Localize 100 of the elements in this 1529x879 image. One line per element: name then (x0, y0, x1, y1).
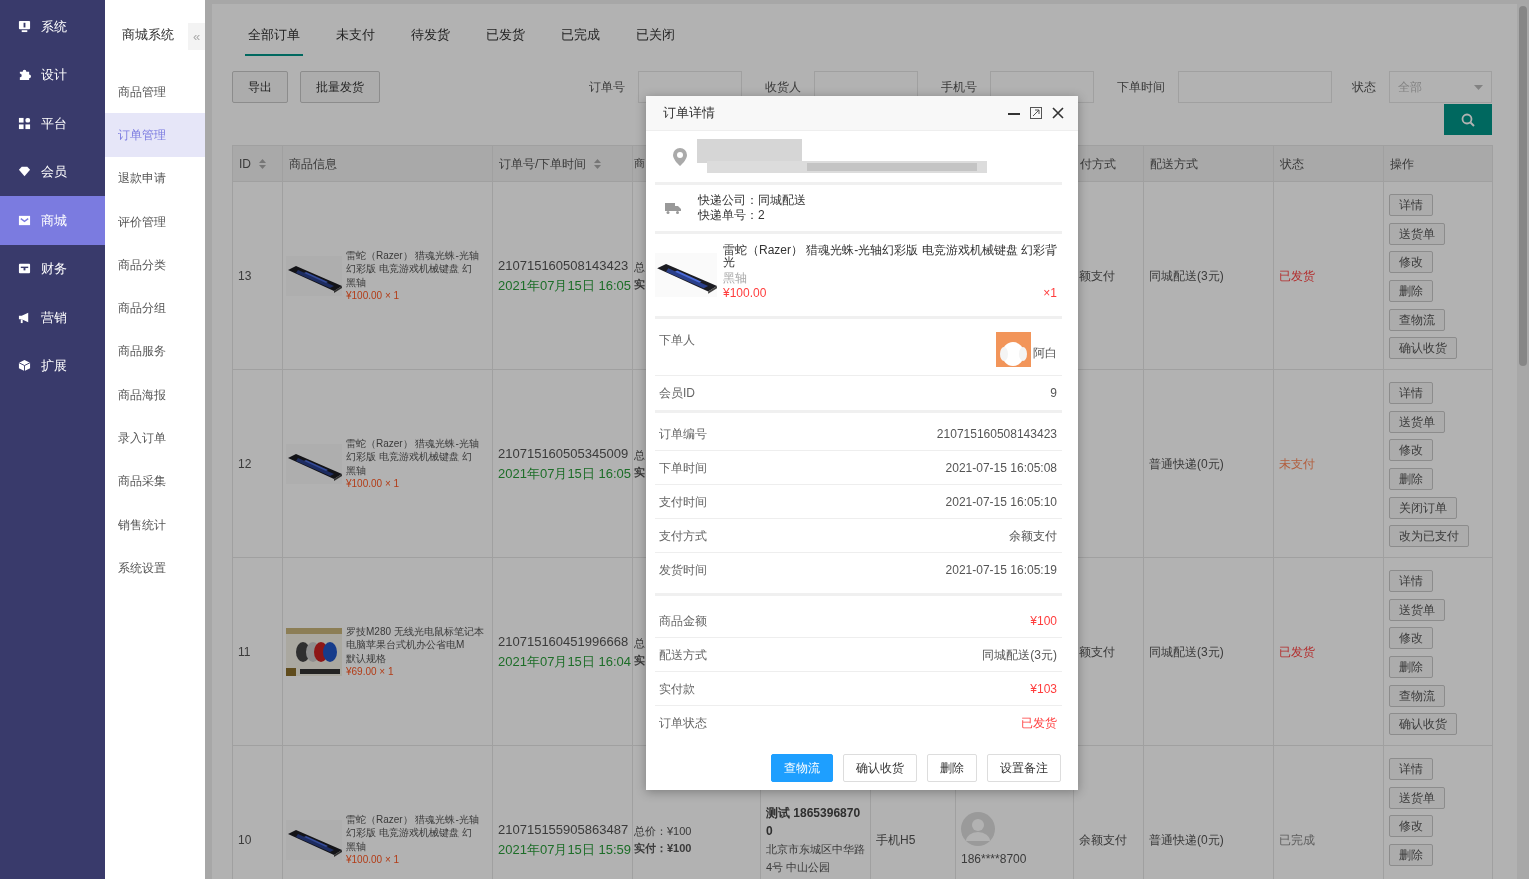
action-button[interactable]: 查物流 (1389, 308, 1445, 331)
megaphone-icon (18, 310, 31, 324)
dialog-button[interactable]: 设置备注 (987, 754, 1061, 782)
menu-item[interactable]: 商品服务 (105, 329, 205, 374)
column-header: 订单号/下单时间 (499, 155, 587, 173)
paid-amount: 实 (634, 652, 645, 668)
sidebar-item[interactable]: 扩展 (0, 341, 105, 390)
maximize-icon (1030, 107, 1042, 119)
field-label: 订单号 (589, 79, 625, 96)
column-header: 商品信息 (289, 155, 337, 173)
puzzle-icon (18, 68, 31, 82)
table-cell: 13 (238, 268, 252, 283)
column-header: 操作 (1390, 155, 1414, 173)
total-price: 总 (634, 448, 645, 463)
avatar (961, 811, 995, 846)
action-button[interactable]: 删除 (1389, 844, 1433, 867)
product-name: 雷蛇（Razer） 猎魂光蛛-光轴幻彩版 电竞游戏机械键盘 幻 (346, 436, 480, 464)
sidebar-item[interactable]: 系统 (0, 2, 105, 51)
dialog-title: 订单详情 (663, 104, 715, 123)
action-button[interactable]: 送货单 (1389, 598, 1445, 621)
product-quantity: ×1 (1043, 287, 1057, 299)
total-price: 总 (634, 260, 645, 275)
action-button[interactable]: 详情 (1389, 194, 1433, 216)
field-value: ¥103 (1030, 680, 1057, 698)
action-button[interactable]: 关闭订单 (1389, 496, 1457, 519)
sidebar-item[interactable]: 商城 (0, 196, 105, 245)
toolbar-button[interactable]: 导出 (232, 71, 288, 103)
toolbar-button[interactable]: 批量发货 (300, 71, 380, 103)
product-name: 雷蛇（Razer） 猎魂光蛛-光轴幻彩版 电竞游戏机械键盘 幻 (346, 248, 480, 276)
field-label: 收货人 (765, 79, 801, 96)
tab[interactable]: 已关闭 (633, 16, 678, 56)
field-label: 下单时间 (659, 459, 707, 477)
section-title: 商城系统 (122, 26, 174, 45)
product-price: ¥100.00 × 1 (346, 477, 401, 491)
product-spec: 黑轴 (723, 272, 748, 284)
grid-icon (18, 116, 31, 130)
field-label: 配送方式 (659, 646, 707, 664)
tab[interactable]: 未支付 (333, 16, 378, 56)
dialog-button[interactable]: 确认收货 (843, 754, 917, 782)
action-button[interactable]: 确认收货 (1389, 713, 1457, 736)
action-button[interactable]: 修改 (1389, 627, 1433, 650)
field-value: 210715160508143423 (936, 425, 1057, 443)
search-icon (1461, 112, 1475, 127)
order-status: 未支付 (1279, 456, 1315, 471)
user-phone: 186****8700 (961, 850, 1027, 868)
menu-item[interactable]: 商品采集 (105, 459, 205, 503)
action-button[interactable]: 修改 (1389, 815, 1433, 838)
tab[interactable]: 全部订单 (245, 16, 303, 56)
menu-item[interactable]: 商品分组 (105, 286, 205, 330)
field-value: 同城配送(3元) (982, 646, 1057, 664)
menu-item[interactable]: 退款申请 (105, 156, 205, 200)
menu-item[interactable]: 销售统计 (105, 502, 205, 547)
menu-item[interactable]: 商品分类 (105, 243, 205, 287)
field-value: 2021-07-15 16:05:08 (945, 459, 1057, 477)
action-button[interactable]: 详情 (1389, 570, 1433, 592)
action-button[interactable]: 送货单 (1389, 786, 1445, 809)
action-button[interactable]: 删除 (1389, 280, 1433, 303)
column-header: 状态 (1280, 155, 1304, 173)
action-button[interactable]: 确认收货 (1389, 337, 1457, 360)
tracking-number: 快递单号：2 (698, 208, 766, 223)
total-price: 总 (634, 636, 645, 651)
action-button[interactable]: 送货单 (1389, 222, 1445, 245)
action-button[interactable]: 改为已支付 (1389, 525, 1469, 548)
dialog-button[interactable]: 删除 (927, 754, 977, 782)
sidebar-item[interactable]: 会员 (0, 147, 105, 196)
column-header: 付方式 (1080, 155, 1116, 173)
menu-item[interactable]: 录入订单 (105, 416, 205, 460)
cube-icon (18, 359, 31, 373)
action-button[interactable]: 查物流 (1389, 684, 1445, 707)
sidebar-item[interactable]: 财务 (0, 244, 105, 293)
menu-item[interactable]: 评价管理 (105, 199, 205, 244)
sort-icon (594, 158, 602, 169)
field-value: 9 (1050, 385, 1057, 402)
action-button[interactable]: 详情 (1389, 382, 1433, 404)
action-button[interactable]: 删除 (1389, 656, 1433, 679)
sidebar-item[interactable]: 设计 (0, 50, 105, 99)
field-value: 已发货 (1021, 715, 1057, 732)
scrollbar[interactable] (1519, 6, 1527, 366)
action-button[interactable]: 删除 (1389, 468, 1433, 491)
field-label: 订单编号 (659, 425, 707, 443)
table-cell: 额支付 (1079, 644, 1115, 659)
action-button[interactable]: 送货单 (1389, 410, 1445, 433)
order-number: 210715155905863487 (498, 821, 627, 839)
tab[interactable]: 已完成 (558, 16, 603, 56)
action-button[interactable]: 修改 (1389, 251, 1433, 274)
search-button[interactable] (1444, 104, 1492, 135)
tab[interactable]: 已发货 (483, 16, 528, 56)
maximize-button[interactable] (1030, 107, 1042, 119)
action-button[interactable]: 修改 (1389, 439, 1433, 462)
order-number: 210715160451996668 (498, 633, 627, 651)
sidebar-item[interactable]: 平台 (0, 99, 105, 148)
close-button[interactable] (1052, 107, 1064, 119)
tab[interactable]: 待发货 (408, 16, 453, 56)
action-button[interactable]: 详情 (1389, 758, 1433, 780)
menu-item[interactable]: 系统设置 (105, 546, 205, 590)
sidebar-item[interactable]: 营销 (0, 293, 105, 342)
menu-item[interactable]: 商品管理 (105, 70, 205, 114)
table-cell: 额支付 (1079, 268, 1115, 283)
field-value: 余额支付 (1009, 527, 1057, 545)
menu-item[interactable]: 商品海报 (105, 373, 205, 417)
